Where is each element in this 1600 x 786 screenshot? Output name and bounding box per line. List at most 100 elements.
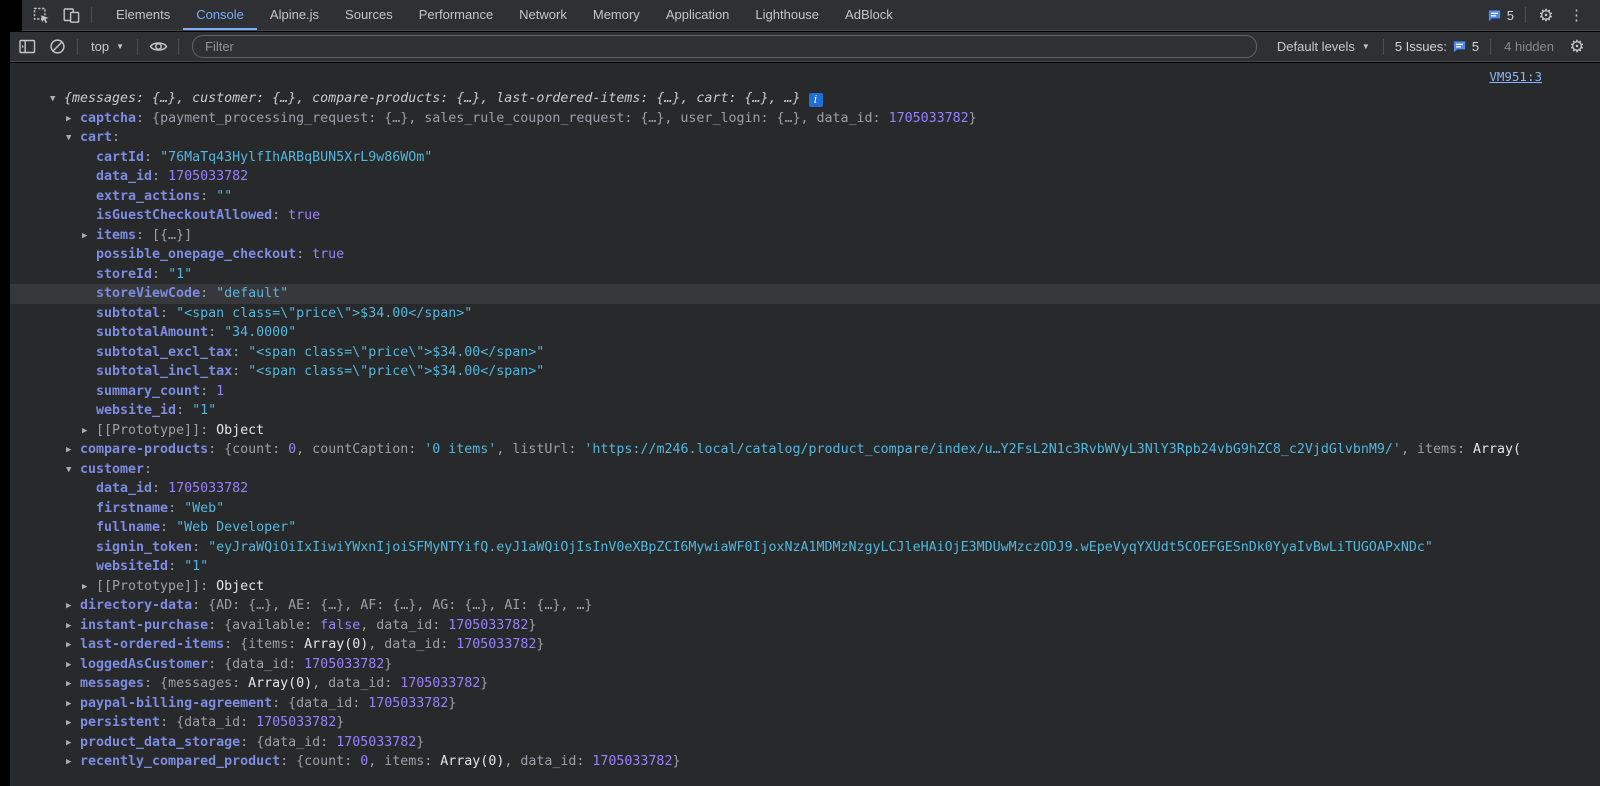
console-row: firstname: "Web"	[10, 499, 1600, 519]
expand-arrow-icon[interactable]: ▶	[82, 578, 96, 598]
collapse-arrow-icon[interactable]: ▼	[66, 129, 80, 149]
console-token: compare-products	[80, 442, 209, 457]
console-token: Array(0)	[248, 676, 313, 691]
source-link-row: VM951:3	[10, 63, 1600, 89]
context-selector-label: top	[91, 39, 110, 54]
console-token: storeViewCode	[96, 286, 201, 301]
console-token: storeId	[96, 266, 153, 282]
console-token: }	[448, 695, 457, 711]
console-token: 1705033782	[448, 617, 529, 633]
console-sidebar-toggle-icon[interactable]	[12, 32, 42, 62]
divider	[1382, 38, 1384, 55]
tab-console[interactable]: Console	[183, 0, 257, 30]
tab-lighthouse[interactable]: Lighthouse	[742, 0, 832, 30]
console-token: 1705033782	[256, 715, 337, 730]
tab-application[interactable]: Application	[653, 0, 743, 30]
expand-arrow-icon[interactable]: ▶	[66, 441, 80, 461]
console-token: :	[232, 364, 249, 379]
tab-adblock[interactable]: AdBlock	[832, 0, 906, 30]
console-token: }	[336, 715, 345, 730]
console-output: ▼ {messages: {…}, customer: {…}, compare-…	[10, 89, 1600, 772]
expand-arrow-icon[interactable]: ▶	[66, 714, 80, 734]
console-token: recently_compared_product	[80, 754, 281, 769]
clear-console-icon[interactable]	[42, 32, 72, 62]
issues-counter[interactable]: 5	[1481, 8, 1520, 23]
context-selector[interactable]: top ▼	[83, 39, 132, 54]
console-row: ▶ messages: {messages: Array(0), data_id:…	[10, 674, 1600, 694]
console-row: subtotalAmount: "34.0000"	[10, 323, 1600, 343]
console-row: ▶ directory-data: {AD: {…}, AE: {…}, AF: …	[10, 596, 1600, 616]
console-row: ▶ captcha: {payment_processing_request: {…	[10, 109, 1600, 129]
console-toolbar: top ▼ Default levels ▼ 5 Issues: 5	[10, 32, 1600, 62]
console-row: ▶ compare-products: {count: 0, countCapti…	[10, 440, 1600, 460]
console-row: data_id: 1705033782	[10, 479, 1600, 499]
console-token: }	[480, 676, 489, 691]
tab-performance[interactable]: Performance	[406, 0, 506, 30]
tab-memory[interactable]: Memory	[580, 0, 653, 30]
expand-arrow-icon[interactable]: ▶	[66, 656, 80, 676]
console-row: fullname: "Web Developer"	[10, 518, 1600, 538]
console-token: "eyJraWQiOiIxIiwiYWxnIjoiSFMyNTYifQ.eyJ1…	[208, 539, 1433, 555]
expand-arrow-icon[interactable]: ▶	[82, 422, 96, 442]
console-row: ▶ instant-purchase: {available: false, da…	[10, 616, 1600, 636]
console-token: subtotal_incl_tax	[96, 364, 233, 379]
console-token: Object	[216, 578, 265, 594]
console-token: instant-purchase	[80, 617, 209, 633]
collapse-arrow-icon[interactable]: ▼	[50, 90, 64, 110]
console-row: cartId: "76MaTq43HylfIhARBqBUN5XrL9w86WO…	[10, 148, 1600, 168]
expand-arrow-icon[interactable]: ▶	[66, 597, 80, 617]
expand-arrow-icon[interactable]: ▶	[66, 617, 80, 637]
tabbar-icon-group	[22, 0, 97, 30]
console-token: , items:	[1400, 442, 1474, 457]
console-token: '0 items'	[424, 442, 497, 457]
settings-gear-icon[interactable]: ⚙	[1531, 0, 1561, 30]
console-token: , items:	[368, 754, 441, 769]
console-token: loggedAsCustomer	[80, 656, 209, 672]
more-options-icon[interactable]: ⋮	[1561, 6, 1592, 24]
tab-elements[interactable]: Elements	[103, 0, 183, 30]
tab-network[interactable]: Network	[506, 0, 580, 30]
tab-alpine-js[interactable]: Alpine.js	[257, 0, 332, 30]
tab-sources[interactable]: Sources	[332, 0, 406, 30]
console-token: 1705033782	[888, 110, 969, 126]
console-token: data_id	[96, 169, 153, 184]
console-row: possible_onepage_checkout: true	[10, 245, 1600, 265]
expand-arrow-icon[interactable]: ▶	[66, 734, 80, 754]
console-token: : {messages:	[144, 676, 249, 691]
console-token: Object	[216, 422, 265, 438]
console-token: firstname	[96, 500, 169, 516]
console-token: :	[144, 149, 161, 165]
expand-arrow-icon[interactable]: ▶	[82, 227, 96, 247]
hidden-messages-label: 4 hidden	[1504, 39, 1554, 54]
expand-arrow-icon[interactable]: ▶	[66, 695, 80, 715]
issues-counter[interactable]: 5 Issues: 5	[1389, 39, 1485, 54]
tabbar-right-group: 5 ⚙ ⋮	[1481, 0, 1600, 30]
console-token: , data_id:	[504, 754, 593, 769]
source-link[interactable]: VM951:3	[1489, 69, 1542, 84]
console-row: ▶ [[Prototype]]: Object	[10, 421, 1600, 441]
info-icon[interactable]: i	[808, 93, 823, 107]
device-toolbar-icon[interactable]	[56, 0, 86, 30]
console-row: ▶ items: [{…}]	[10, 226, 1600, 246]
collapse-arrow-icon[interactable]: ▼	[66, 461, 80, 481]
expand-arrow-icon[interactable]: ▶	[66, 636, 80, 656]
log-levels-dropdown[interactable]: Default levels ▼	[1269, 39, 1378, 54]
console-token: : {data_id:	[272, 695, 369, 711]
console-token: :	[160, 305, 177, 321]
inspect-element-icon[interactable]	[26, 0, 56, 30]
expand-arrow-icon[interactable]: ▶	[66, 675, 80, 695]
console-token: 1705033782	[168, 481, 249, 496]
console-row: extra_actions: ""	[10, 187, 1600, 207]
console-token: :	[152, 169, 169, 184]
console-token: :	[192, 539, 209, 555]
console-token: Array(0)	[440, 754, 505, 769]
console-row: subtotal_excl_tax: "<span class=\"price\…	[10, 343, 1600, 363]
console-settings-gear-icon[interactable]: ⚙	[1562, 32, 1592, 62]
expand-arrow-icon[interactable]: ▶	[66, 110, 80, 130]
console-token: cart	[80, 130, 113, 145]
issues-label: 5 Issues:	[1394, 39, 1447, 54]
divider	[1490, 38, 1492, 55]
filter-input[interactable]	[192, 35, 1257, 58]
live-expression-eye-icon[interactable]	[143, 32, 173, 62]
expand-arrow-icon[interactable]: ▶	[66, 753, 80, 773]
